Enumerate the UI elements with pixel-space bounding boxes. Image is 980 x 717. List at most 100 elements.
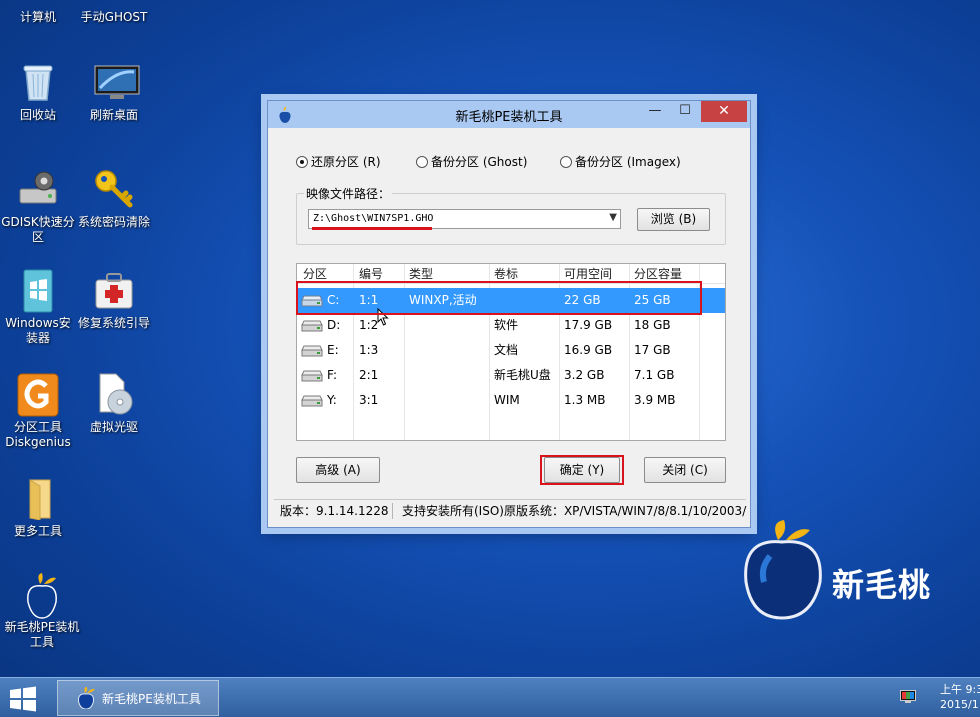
- cell-partition: C:: [327, 293, 340, 307]
- folder-icon: [16, 476, 60, 521]
- hard-disk-icon: [301, 320, 323, 332]
- status-version: 版本：9.1.14.1228: [280, 504, 389, 518]
- desktop-icon-label: 回收站: [19, 108, 56, 122]
- partition-table: 分区 编号 类型 卷标 可用空间 分区容量 C: 1:1 WINXP,活动 22…: [296, 263, 726, 441]
- header-free-space[interactable]: 可用空间: [564, 264, 630, 284]
- header-type[interactable]: 类型: [409, 264, 489, 284]
- desktop-icon-more-tools[interactable]: 更多工具: [0, 476, 76, 539]
- browse-button[interactable]: 浏览 (B): [637, 208, 710, 231]
- maximize-button[interactable]: ☐: [671, 101, 699, 122]
- cell-volume-label: [494, 288, 558, 313]
- chevron-down-icon[interactable]: ▼: [609, 212, 617, 223]
- desktop-icon-label: GDISK快速分区: [1, 215, 75, 244]
- desktop-icon-repair-boot[interactable]: 修复系统引导: [76, 268, 152, 331]
- desktop-icon-virtual-drive[interactable]: 虚拟光驱: [76, 372, 152, 435]
- recycle-bin-icon: [16, 60, 60, 104]
- hard-disk-icon: [301, 295, 323, 307]
- clock-date: 2015/1: [940, 698, 979, 711]
- cell-type: WINXP,活动: [409, 293, 477, 307]
- status-bar: 版本：9.1.14.1228 支持安装所有(ISO)原版系统：XP/VISTA/…: [274, 499, 746, 521]
- radio-label: 备份分区 (Imagex): [575, 155, 681, 169]
- radio-dot: [296, 155, 308, 168]
- taskbar-item-pe-installer[interactable]: 新毛桃PE装机工具: [57, 680, 219, 716]
- radio-label: 备份分区 (Ghost): [431, 155, 528, 169]
- pe-installer-dialog: 新毛桃PE装机工具 — ☐ ✕ 还原分区 (R) 备份分区 (Ghost) 备份…: [267, 100, 751, 528]
- radio-label: 还原分区 (R): [311, 155, 381, 169]
- close-button[interactable]: 关闭 (C): [644, 457, 726, 483]
- close-window-button[interactable]: ✕: [701, 101, 747, 122]
- desktop-icon-diskgenius[interactable]: 分区工具Diskgenius: [0, 372, 76, 450]
- cell-partition: E:: [327, 343, 339, 357]
- key-icon: [92, 167, 136, 211]
- desktop-icon-label: 计算机: [19, 10, 56, 24]
- header-number[interactable]: 编号: [359, 264, 405, 284]
- desktop-icon-manual-ghost[interactable]: 手动GHOST: [76, 0, 152, 25]
- peach-logo-icon: [77, 687, 95, 709]
- radio-dot: [416, 155, 428, 168]
- cell-capacity: 18 GB: [634, 318, 671, 332]
- header-volume-label[interactable]: 卷标: [494, 264, 560, 284]
- status-supported-systems: 支持安装所有(ISO)原版系统：XP/VISTA/WIN7/8/8.1/10/2…: [402, 504, 747, 518]
- desktop-icon-label: 手动GHOST: [80, 10, 148, 24]
- desktop-icon-label: 刷新桌面: [89, 108, 138, 122]
- ok-button[interactable]: 确定 (Y): [544, 457, 620, 483]
- cell-number: 2:1: [359, 368, 379, 382]
- dialog-titlebar[interactable]: 新毛桃PE装机工具 — ☐ ✕: [268, 101, 750, 128]
- cell-type: [409, 363, 489, 388]
- desktop-icon-windows-installer[interactable]: Windows安装器: [0, 268, 76, 346]
- monitor-icon: [92, 60, 140, 104]
- header-partition[interactable]: 分区: [303, 264, 351, 284]
- table-row[interactable]: F: 2:1 新毛桃U盘 3.2 GB 7.1 GB: [297, 363, 725, 388]
- cell-number: 1:3: [359, 343, 379, 357]
- first-aid-kit-icon: [92, 268, 136, 312]
- cell-free-space: 16.9 GB: [564, 343, 613, 357]
- desktop-icon-password-clear[interactable]: 系统密码清除: [76, 167, 152, 230]
- cell-capacity: 17 GB: [634, 343, 671, 357]
- cell-volume-label: 文档: [494, 343, 519, 357]
- mouse-cursor-icon: [377, 308, 389, 326]
- cell-free-space: 17.9 GB: [564, 318, 613, 332]
- hard-disk-icon: [301, 345, 323, 357]
- cell-number: 3:1: [359, 393, 379, 407]
- cell-type: [409, 313, 489, 338]
- brand-text: 新毛桃: [832, 566, 932, 604]
- desktop-icon-pe-installer[interactable]: 新毛桃PE装机工具: [4, 572, 80, 650]
- peach-logo-icon: [20, 572, 64, 619]
- desktop-icon-recycle-bin[interactable]: 回收站: [0, 60, 76, 123]
- computer-icon: [16, 0, 60, 6]
- windows-start-icon[interactable]: [8, 686, 38, 712]
- desktop-icon-label: 新毛桃PE装机工具: [4, 620, 80, 649]
- advanced-button[interactable]: 高级 (A): [296, 457, 380, 483]
- desktop-icon-label: 更多工具: [13, 524, 62, 538]
- system-clock[interactable]: 上午 9:3 2015/1: [940, 682, 980, 712]
- radio-restore-partition[interactable]: 还原分区 (R): [296, 153, 381, 170]
- table-row[interactable]: E: 1:3 文档 16.9 GB 17 GB: [297, 338, 725, 363]
- desktop-icon-label: 系统密码清除: [77, 215, 150, 229]
- cell-volume-label: 新毛桃U盘: [494, 368, 551, 382]
- cell-partition: F:: [327, 368, 338, 382]
- display-tray-icon[interactable]: [900, 690, 916, 704]
- cell-type: [409, 338, 489, 363]
- cell-partition: Y:: [327, 393, 337, 407]
- ghost-icon: [92, 0, 136, 6]
- cell-volume-label: 软件: [494, 318, 519, 332]
- cell-capacity: 25 GB: [634, 293, 671, 307]
- radio-backup-ghost[interactable]: 备份分区 (Ghost): [416, 153, 527, 170]
- image-path-combobox[interactable]: Z:\Ghost\WIN7SP1.GHO ▼: [308, 209, 621, 229]
- image-path-label: 映像文件路径：: [304, 185, 393, 202]
- desktop-icon-gdisk[interactable]: GDISK快速分区: [0, 167, 76, 245]
- cd-drive-icon: [92, 372, 136, 416]
- radio-backup-imagex[interactable]: 备份分区 (Imagex): [560, 153, 681, 170]
- table-row[interactable]: Y: 3:1 WIM 1.3 MB 3.9 MB: [297, 388, 725, 413]
- table-row[interactable]: D: 1:2 软件 17.9 GB 18 GB: [297, 313, 725, 338]
- table-row[interactable]: C: 1:1 WINXP,活动 22 GB 25 GB: [297, 288, 725, 313]
- cell-free-space: 22 GB: [564, 293, 601, 307]
- desktop-icon-computer[interactable]: 计算机: [0, 0, 76, 25]
- taskbar-item-label: 新毛桃PE装机工具: [102, 692, 201, 706]
- diskgenius-icon: [16, 372, 60, 417]
- mode-radio-group: 还原分区 (R) 备份分区 (Ghost) 备份分区 (Imagex): [296, 153, 736, 171]
- desktop-icon-refresh-desktop[interactable]: 刷新桌面: [76, 60, 152, 123]
- table-header: 分区 编号 类型 卷标 可用空间 分区容量: [297, 264, 725, 284]
- minimize-button[interactable]: —: [641, 101, 669, 122]
- header-capacity[interactable]: 分区容量: [634, 264, 700, 284]
